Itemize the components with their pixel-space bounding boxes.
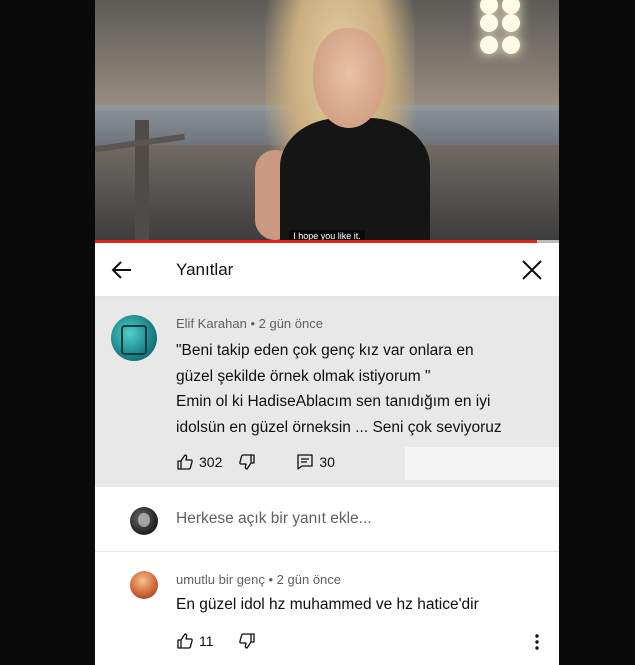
reply-count: 30	[319, 454, 335, 470]
video-subtitle-text: I hope you like it.	[289, 230, 365, 240]
comment-meta: umutlu bir genç • 2 gün önce	[176, 572, 341, 587]
like-count: 11	[199, 633, 214, 649]
avatar-graphic	[121, 325, 147, 355]
comment-meta: Elif Karahan • 2 gün önce	[176, 316, 323, 331]
comment-actions: 11	[176, 632, 256, 650]
comment-icon	[297, 454, 314, 470]
video-light	[502, 36, 520, 54]
reply-input[interactable]: Herkese açık bir yanıt ekle...	[176, 510, 372, 528]
highlighted-comment: Elif Karahan • 2 gün önce "Beni takip ed…	[95, 297, 559, 487]
like-count: 302	[199, 454, 223, 470]
add-reply-row: Herkese açık bir yanıt ekle...	[95, 488, 559, 552]
replies-header: Yanıtlar	[95, 243, 559, 297]
reply-count-button[interactable]: 30	[296, 453, 335, 471]
comment-time: • 2 gün önce	[250, 316, 323, 331]
dislike-button[interactable]	[238, 632, 256, 650]
thumbs-down-icon	[239, 454, 256, 470]
avatar	[130, 507, 158, 535]
comment-actions: 302 30	[176, 451, 335, 473]
avatar[interactable]	[130, 571, 158, 599]
comment-text: "Beni takip eden çok genç kız var onlara…	[176, 338, 546, 440]
video-light	[480, 36, 498, 54]
thumbs-up-icon	[177, 633, 193, 649]
video-person-face	[313, 28, 385, 128]
comment-text: En güzel idol hz muhammed ve hz hatice'd…	[176, 596, 479, 613]
page-title: Yanıtlar	[176, 260, 234, 279]
comment-time: • 2 gün önce	[268, 572, 342, 587]
thumbs-down-icon	[238, 633, 255, 649]
video-light	[480, 14, 498, 32]
video-person-dress	[280, 118, 430, 240]
like-button[interactable]: 302	[176, 453, 222, 471]
comment-line: güzel şekilde örnek olmak istiyorum "	[176, 367, 431, 385]
reply-comment: umutlu bir genç • 2 gün önce En güzel id…	[95, 552, 559, 665]
like-button[interactable]: 11	[176, 632, 214, 650]
video-subtitle: I hope you like it.	[95, 226, 559, 240]
thumbs-up-icon	[177, 454, 193, 470]
avatar[interactable]	[111, 315, 157, 361]
dislike-button[interactable]	[238, 453, 256, 471]
comment-action-area	[405, 447, 559, 480]
comment-line: idolsün en güzel örneksin ... Seni çok s…	[176, 418, 502, 436]
comment-author[interactable]: umutlu bir genç	[176, 572, 265, 587]
close-icon[interactable]	[519, 257, 545, 283]
video-light	[502, 14, 520, 32]
avatar-graphic	[138, 513, 150, 527]
comment-line: Emin ol ki HadiseAblacım sen tanıdığım e…	[176, 393, 491, 410]
comment-author[interactable]: Elif Karahan	[176, 316, 247, 331]
more-vert-icon[interactable]	[529, 632, 545, 652]
comment-line: "Beni takip eden çok genç kız var onlara…	[176, 342, 474, 359]
arrow-left-icon[interactable]	[109, 257, 135, 283]
app-window: I hope you like it. Yanıtlar Elif Karaha…	[95, 0, 559, 665]
video-player[interactable]: I hope you like it.	[95, 0, 559, 240]
